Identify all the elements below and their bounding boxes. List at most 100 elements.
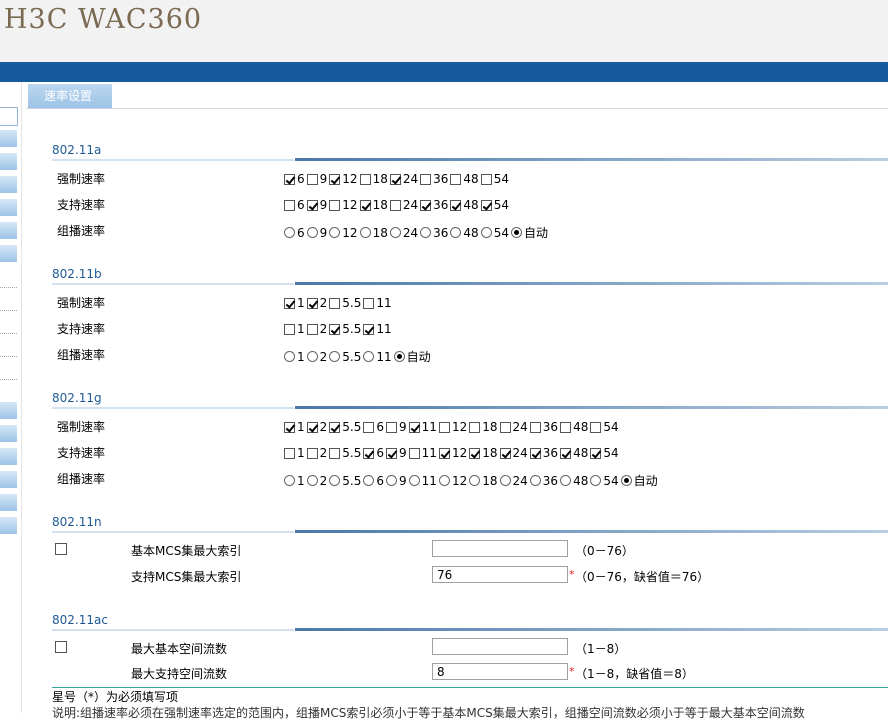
rate-checkbox[interactable] (420, 173, 432, 185)
rate-checkbox[interactable] (560, 447, 572, 459)
n-enable-checkbox[interactable] (55, 543, 67, 555)
rate-radio[interactable] (363, 475, 375, 486)
rate-radio[interactable] (438, 475, 450, 486)
rate-radio[interactable] (510, 227, 522, 238)
rate-checkbox[interactable] (529, 421, 541, 433)
rate-checkbox[interactable] (389, 199, 401, 211)
rate-checkbox[interactable] (420, 199, 432, 211)
rate-checkbox[interactable] (408, 447, 420, 459)
tab-rate-settings[interactable]: 速率设置 (28, 84, 112, 108)
nav-item[interactable] (0, 199, 17, 217)
nav-item[interactable] (0, 130, 17, 148)
rate-checkbox[interactable] (450, 173, 462, 185)
rate-checkbox[interactable] (590, 421, 602, 433)
rate-radio[interactable] (306, 351, 318, 362)
rate-radio[interactable] (620, 475, 632, 486)
rate-radio[interactable] (306, 475, 318, 486)
rate-checkbox[interactable] (389, 173, 401, 185)
rate-option-label: 18 (482, 473, 498, 488)
rate-option-label: 9 (399, 473, 407, 488)
rate-checkbox[interactable] (386, 421, 398, 433)
rate-checkbox[interactable] (363, 447, 375, 459)
rate-checkbox[interactable] (529, 447, 541, 459)
rate-checkbox[interactable] (306, 173, 318, 185)
nav-item[interactable] (0, 425, 17, 443)
rate-checkbox[interactable] (386, 447, 398, 459)
rate-checkbox[interactable] (306, 323, 318, 335)
rate-checkbox[interactable] (408, 421, 420, 433)
nav-item[interactable] (0, 494, 17, 512)
rate-checkbox[interactable] (363, 421, 375, 433)
rate-checkbox[interactable] (329, 447, 341, 459)
rate-radio[interactable] (560, 475, 572, 486)
rate-radio[interactable] (469, 475, 481, 486)
rate-radio[interactable] (363, 351, 375, 362)
basic-ss-input[interactable] (432, 638, 568, 655)
support-mcs-input[interactable] (432, 566, 568, 583)
rate-checkbox[interactable] (499, 447, 511, 459)
rate-checkbox[interactable] (469, 421, 481, 433)
rate-checkbox[interactable] (590, 447, 602, 459)
rate-radio[interactable] (420, 227, 432, 238)
support-ss-input[interactable] (432, 663, 568, 680)
rate-radio[interactable] (529, 475, 541, 486)
nav-item[interactable] (0, 471, 17, 489)
rate-checkbox[interactable] (329, 323, 341, 335)
rate-checkbox[interactable] (469, 447, 481, 459)
a-supported-rates: 6 9 12 18 24 36 48 54 (284, 198, 511, 212)
rate-radio[interactable] (306, 227, 318, 238)
rate-radio[interactable] (284, 351, 295, 362)
rate-radio[interactable] (359, 227, 371, 238)
nav-item[interactable] (0, 153, 17, 171)
nav-item[interactable] (0, 107, 18, 126)
rate-checkbox[interactable] (306, 421, 318, 433)
rate-radio[interactable] (386, 475, 398, 486)
rate-radio[interactable] (389, 227, 401, 238)
rate-checkbox[interactable] (306, 447, 318, 459)
nav-item[interactable] (0, 245, 17, 263)
rate-checkbox[interactable] (284, 447, 295, 459)
rate-radio[interactable] (284, 227, 295, 238)
rate-checkbox[interactable] (306, 199, 318, 211)
rate-radio[interactable] (499, 475, 511, 486)
nav-item[interactable] (0, 176, 17, 194)
rate-radio[interactable] (284, 475, 295, 486)
rate-option-label: 36 (542, 446, 559, 460)
rate-checkbox[interactable] (284, 173, 295, 185)
basic-mcs-input[interactable] (432, 540, 568, 557)
rate-checkbox[interactable] (284, 421, 295, 433)
rate-checkbox[interactable] (438, 421, 450, 433)
rate-checkbox[interactable] (560, 421, 572, 433)
rate-checkbox[interactable] (438, 447, 450, 459)
rate-checkbox[interactable] (329, 173, 341, 185)
rate-radio[interactable] (480, 227, 492, 238)
rate-checkbox[interactable] (306, 297, 318, 309)
rate-checkbox[interactable] (363, 297, 375, 309)
rate-radio[interactable] (329, 227, 341, 238)
rate-option: 5.5 (329, 296, 363, 310)
rate-checkbox[interactable] (480, 199, 492, 211)
rate-radio[interactable] (450, 227, 462, 238)
rate-radio[interactable] (393, 351, 405, 362)
rate-checkbox[interactable] (284, 199, 295, 211)
rate-checkbox[interactable] (359, 199, 371, 211)
rate-checkbox[interactable] (450, 199, 462, 211)
rate-checkbox[interactable] (329, 297, 341, 309)
nav-item[interactable] (0, 222, 17, 240)
rate-checkbox[interactable] (499, 421, 511, 433)
ac-enable-checkbox[interactable] (55, 641, 67, 653)
rate-checkbox[interactable] (329, 421, 341, 433)
rate-checkbox[interactable] (284, 323, 295, 335)
nav-item[interactable] (0, 448, 17, 466)
nav-item[interactable] (0, 402, 17, 420)
rate-checkbox[interactable] (359, 173, 371, 185)
rate-radio[interactable] (408, 475, 420, 486)
nav-item[interactable] (0, 517, 17, 535)
rate-checkbox[interactable] (363, 323, 375, 335)
rate-radio[interactable] (590, 475, 602, 486)
rate-radio[interactable] (329, 351, 341, 362)
rate-checkbox[interactable] (284, 297, 295, 309)
rate-checkbox[interactable] (480, 173, 492, 185)
rate-radio[interactable] (329, 475, 341, 486)
rate-checkbox[interactable] (329, 199, 341, 211)
